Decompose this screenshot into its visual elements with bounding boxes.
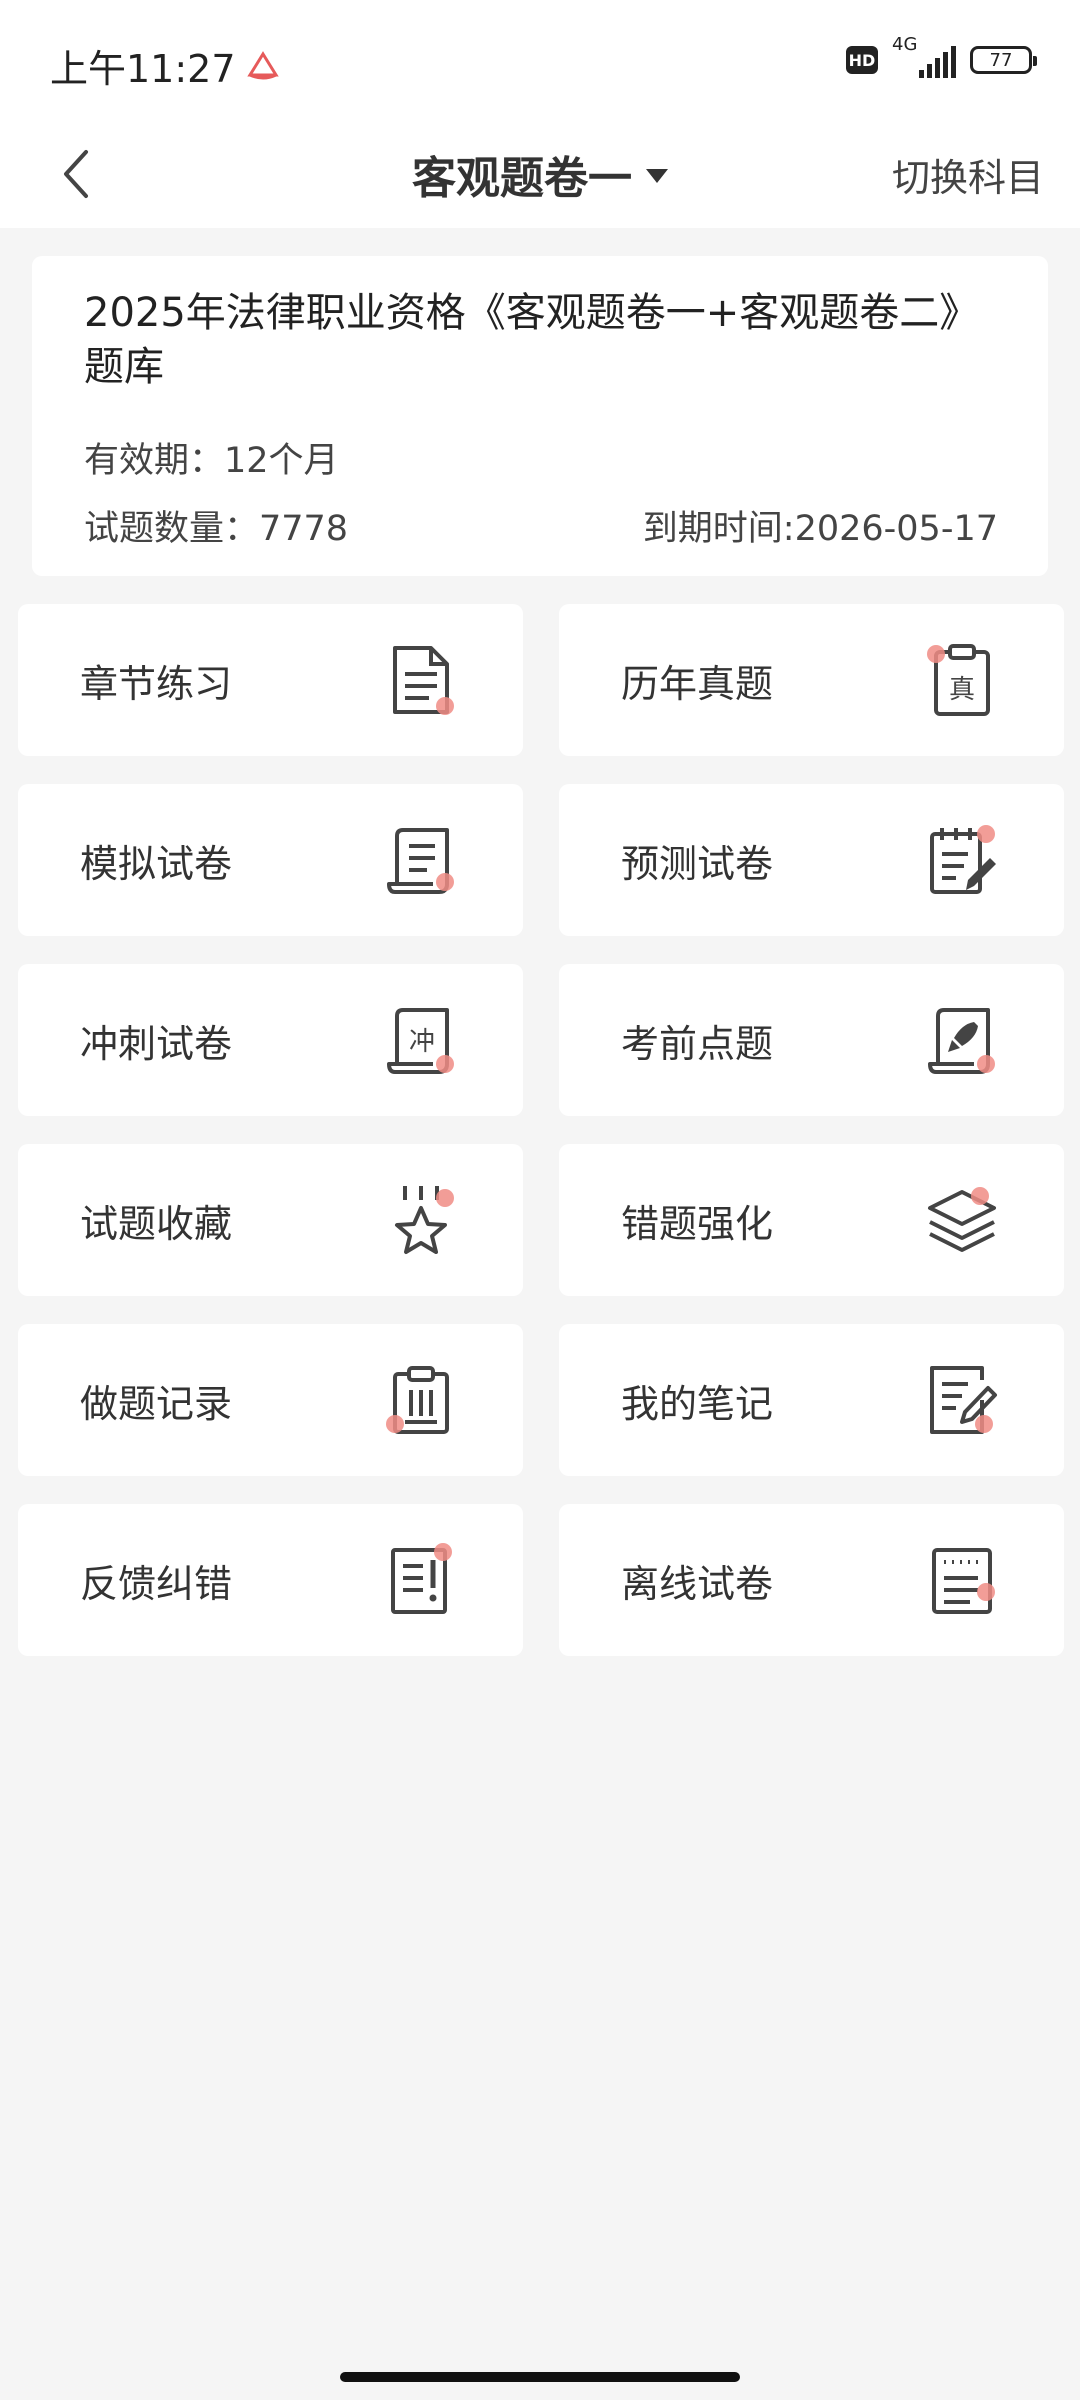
home-indicator[interactable] — [340, 2372, 740, 2382]
hd-badge: HD — [846, 46, 878, 74]
network-type: 4G — [892, 34, 918, 55]
status-time-text: 上午11:27 — [50, 47, 236, 91]
rocket-scroll-icon — [922, 1000, 1002, 1080]
nav-bar: 客观题卷一 切换科目 — [0, 120, 1080, 228]
status-bar: 上午11:27 HD 4G 77 — [0, 0, 1080, 120]
feedback-tile[interactable]: 反馈纠错 — [18, 1504, 523, 1656]
chevron-left-icon — [64, 150, 88, 198]
tile-label: 反馈纠错 — [80, 1561, 233, 1606]
feedback-icon — [381, 1540, 461, 1620]
svg-text:冲: 冲 — [409, 1027, 435, 1057]
tile-label: 模拟试卷 — [80, 841, 233, 886]
sprint-exam-tile[interactable]: 冲刺试卷 冲 — [18, 964, 523, 1116]
scroll-icon — [381, 820, 461, 900]
offline-paper-tile[interactable]: 离线试卷 — [559, 1504, 1064, 1656]
page-title[interactable]: 客观题卷一 — [412, 142, 632, 206]
wrong-questions-tile[interactable]: 错题强化 — [559, 1144, 1064, 1296]
signal-icon: 4G — [892, 34, 956, 80]
layers-icon — [922, 1180, 1002, 1260]
clipboard-zhen-icon: 真 — [922, 640, 1002, 720]
tile-label: 做题记录 — [80, 1381, 233, 1426]
caret-down-icon[interactable] — [646, 169, 668, 183]
document-icon — [381, 640, 461, 720]
practice-history-tile[interactable]: 做题记录 — [18, 1324, 523, 1476]
clipboard-list-icon — [381, 1360, 461, 1440]
offline-paper-icon — [922, 1540, 1002, 1620]
scroll-chong-icon: 冲 — [381, 1000, 461, 1080]
chapter-practice-tile[interactable]: 章节练习 — [18, 604, 523, 756]
switch-subject-button[interactable]: 切换科目 — [892, 120, 1044, 228]
tile-label: 错题强化 — [621, 1201, 774, 1246]
tile-label: 章节练习 — [80, 661, 233, 706]
tile-label: 历年真题 — [621, 661, 774, 706]
battery-level: 77 — [989, 49, 1013, 71]
battery-icon: 77 — [970, 46, 1037, 74]
question-bank-title: 2025年法律职业资格《客观题卷一+客观题卷二》题库 — [84, 290, 980, 390]
expiry-date-text: 到期时间:2026-05-17 — [642, 509, 998, 549]
notepad-pencil-icon — [922, 820, 1002, 900]
prediction-exam-tile[interactable]: 预测试卷 — [559, 784, 1064, 936]
favorites-tile[interactable]: 试题收藏 — [18, 1144, 523, 1296]
mock-exam-tile[interactable]: 模拟试卷 — [18, 784, 523, 936]
validity-text: 有效期：12个月 — [84, 441, 339, 481]
question-count-text: 试题数量：7778 — [84, 509, 349, 549]
question-bank-info-card: 2025年法律职业资格《客观题卷一+客观题卷二》题库 有效期：12个月 试题数量… — [32, 256, 1048, 576]
past-exams-tile[interactable]: 历年真题 真 — [559, 604, 1064, 756]
tile-label: 我的笔记 — [621, 1381, 774, 1426]
svg-text:真: 真 — [949, 675, 975, 705]
app-notification-icon — [246, 50, 279, 79]
star-icon — [381, 1180, 461, 1260]
my-notes-tile[interactable]: 我的笔记 — [559, 1324, 1064, 1476]
tile-label: 预测试卷 — [621, 841, 774, 886]
tile-label: 离线试卷 — [621, 1561, 774, 1606]
pre-exam-tips-tile[interactable]: 考前点题 — [559, 964, 1064, 1116]
status-icons: HD 4G 77 — [846, 34, 1037, 80]
tile-label: 冲刺试卷 — [80, 1021, 233, 1066]
back-button[interactable] — [36, 134, 116, 214]
tile-label: 考前点题 — [621, 1021, 774, 1066]
note-pen-icon — [922, 1360, 1002, 1440]
status-time: 上午11:27 — [50, 38, 280, 93]
feature-grid: 章节练习 历年真题 真 模拟试卷 预测试卷 冲刺试卷 冲 考前点题 试题收藏 错… — [18, 604, 1064, 1656]
tile-label: 试题收藏 — [80, 1201, 233, 1246]
